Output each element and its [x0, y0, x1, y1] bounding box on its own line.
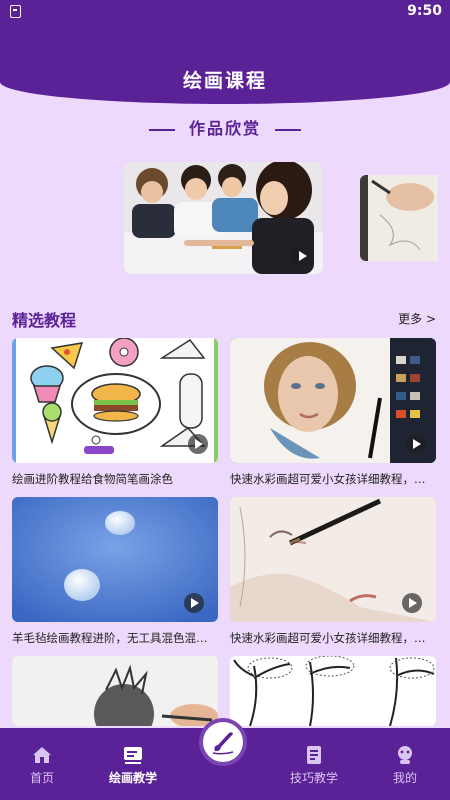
tab-label: 技巧教学	[289, 771, 338, 785]
play-icon[interactable]	[292, 246, 312, 266]
heading-dash-right	[274, 128, 301, 131]
tutorial-thumbnail	[12, 338, 218, 463]
showcase-card-next[interactable]	[360, 175, 438, 261]
showcase-card-main[interactable]	[124, 162, 323, 274]
tutorial-card[interactable]: 羊毛毡绘画教程进阶，无工具混色混毛技法	[12, 497, 218, 646]
tab-label: 首页	[29, 771, 54, 785]
center-action-button[interactable]	[203, 722, 243, 762]
tutorial-card[interactable]: 快速水彩画超可爱小女孩详细教程，几步画出	[230, 338, 436, 487]
play-icon[interactable]	[406, 434, 426, 454]
heading-dash-left	[149, 128, 176, 131]
showcase-heading: 作品欣赏	[0, 115, 450, 139]
tutorial-thumbnail	[230, 338, 436, 463]
tab-home[interactable]: 首页	[0, 745, 87, 786]
showcase-thumbnail-next	[360, 175, 438, 261]
page-title: 绘画课程	[182, 70, 267, 92]
profile-icon	[398, 746, 412, 764]
more-link[interactable]: 更多 >	[398, 310, 436, 327]
tutorial-caption: 绘画进阶教程给食物简笔画涂色	[12, 472, 173, 486]
status-time: 9:50	[407, 3, 442, 19]
video-lesson-icon	[124, 747, 142, 764]
showcase-title: 作品欣赏	[188, 119, 261, 138]
play-icon[interactable]	[188, 434, 208, 454]
book-icon	[307, 746, 321, 764]
status-bar: 9:50	[0, 0, 450, 24]
tutorial-caption: 快速水彩画超可爱小女孩详细教程，几步画出	[230, 631, 436, 645]
tutorial-thumbnail	[12, 656, 218, 726]
tutorial-card[interactable]	[12, 656, 218, 726]
tab-label: 绘画教学	[108, 771, 157, 785]
play-icon[interactable]	[184, 593, 204, 613]
tab-painting-lessons[interactable]: 绘画教学	[88, 745, 178, 786]
tab-profile[interactable]: 我的	[360, 745, 450, 786]
header: 绘画课程	[0, 24, 450, 104]
play-icon[interactable]	[402, 593, 422, 613]
tutorial-thumbnail	[230, 656, 436, 726]
tutorial-thumbnail	[230, 497, 436, 622]
tutorial-card[interactable]: 绘画进阶教程给食物简笔画涂色	[12, 338, 218, 487]
notification-icon	[10, 5, 21, 18]
tutorial-card[interactable]	[230, 656, 436, 726]
tutorial-caption: 羊毛毡绘画教程进阶，无工具混色混毛技法	[12, 631, 218, 645]
tutorial-card[interactable]: 快速水彩画超可爱小女孩详细教程，几步画出	[230, 497, 436, 646]
brush-icon	[212, 732, 234, 755]
tutorial-caption: 快速水彩画超可爱小女孩详细教程，几步画出	[230, 472, 436, 486]
tab-label: 我的	[392, 771, 417, 785]
home-icon	[33, 747, 51, 763]
featured-title: 精选教程	[12, 311, 77, 330]
tab-skills[interactable]: 技巧教学	[269, 745, 359, 786]
tutorial-thumbnail	[12, 497, 218, 622]
